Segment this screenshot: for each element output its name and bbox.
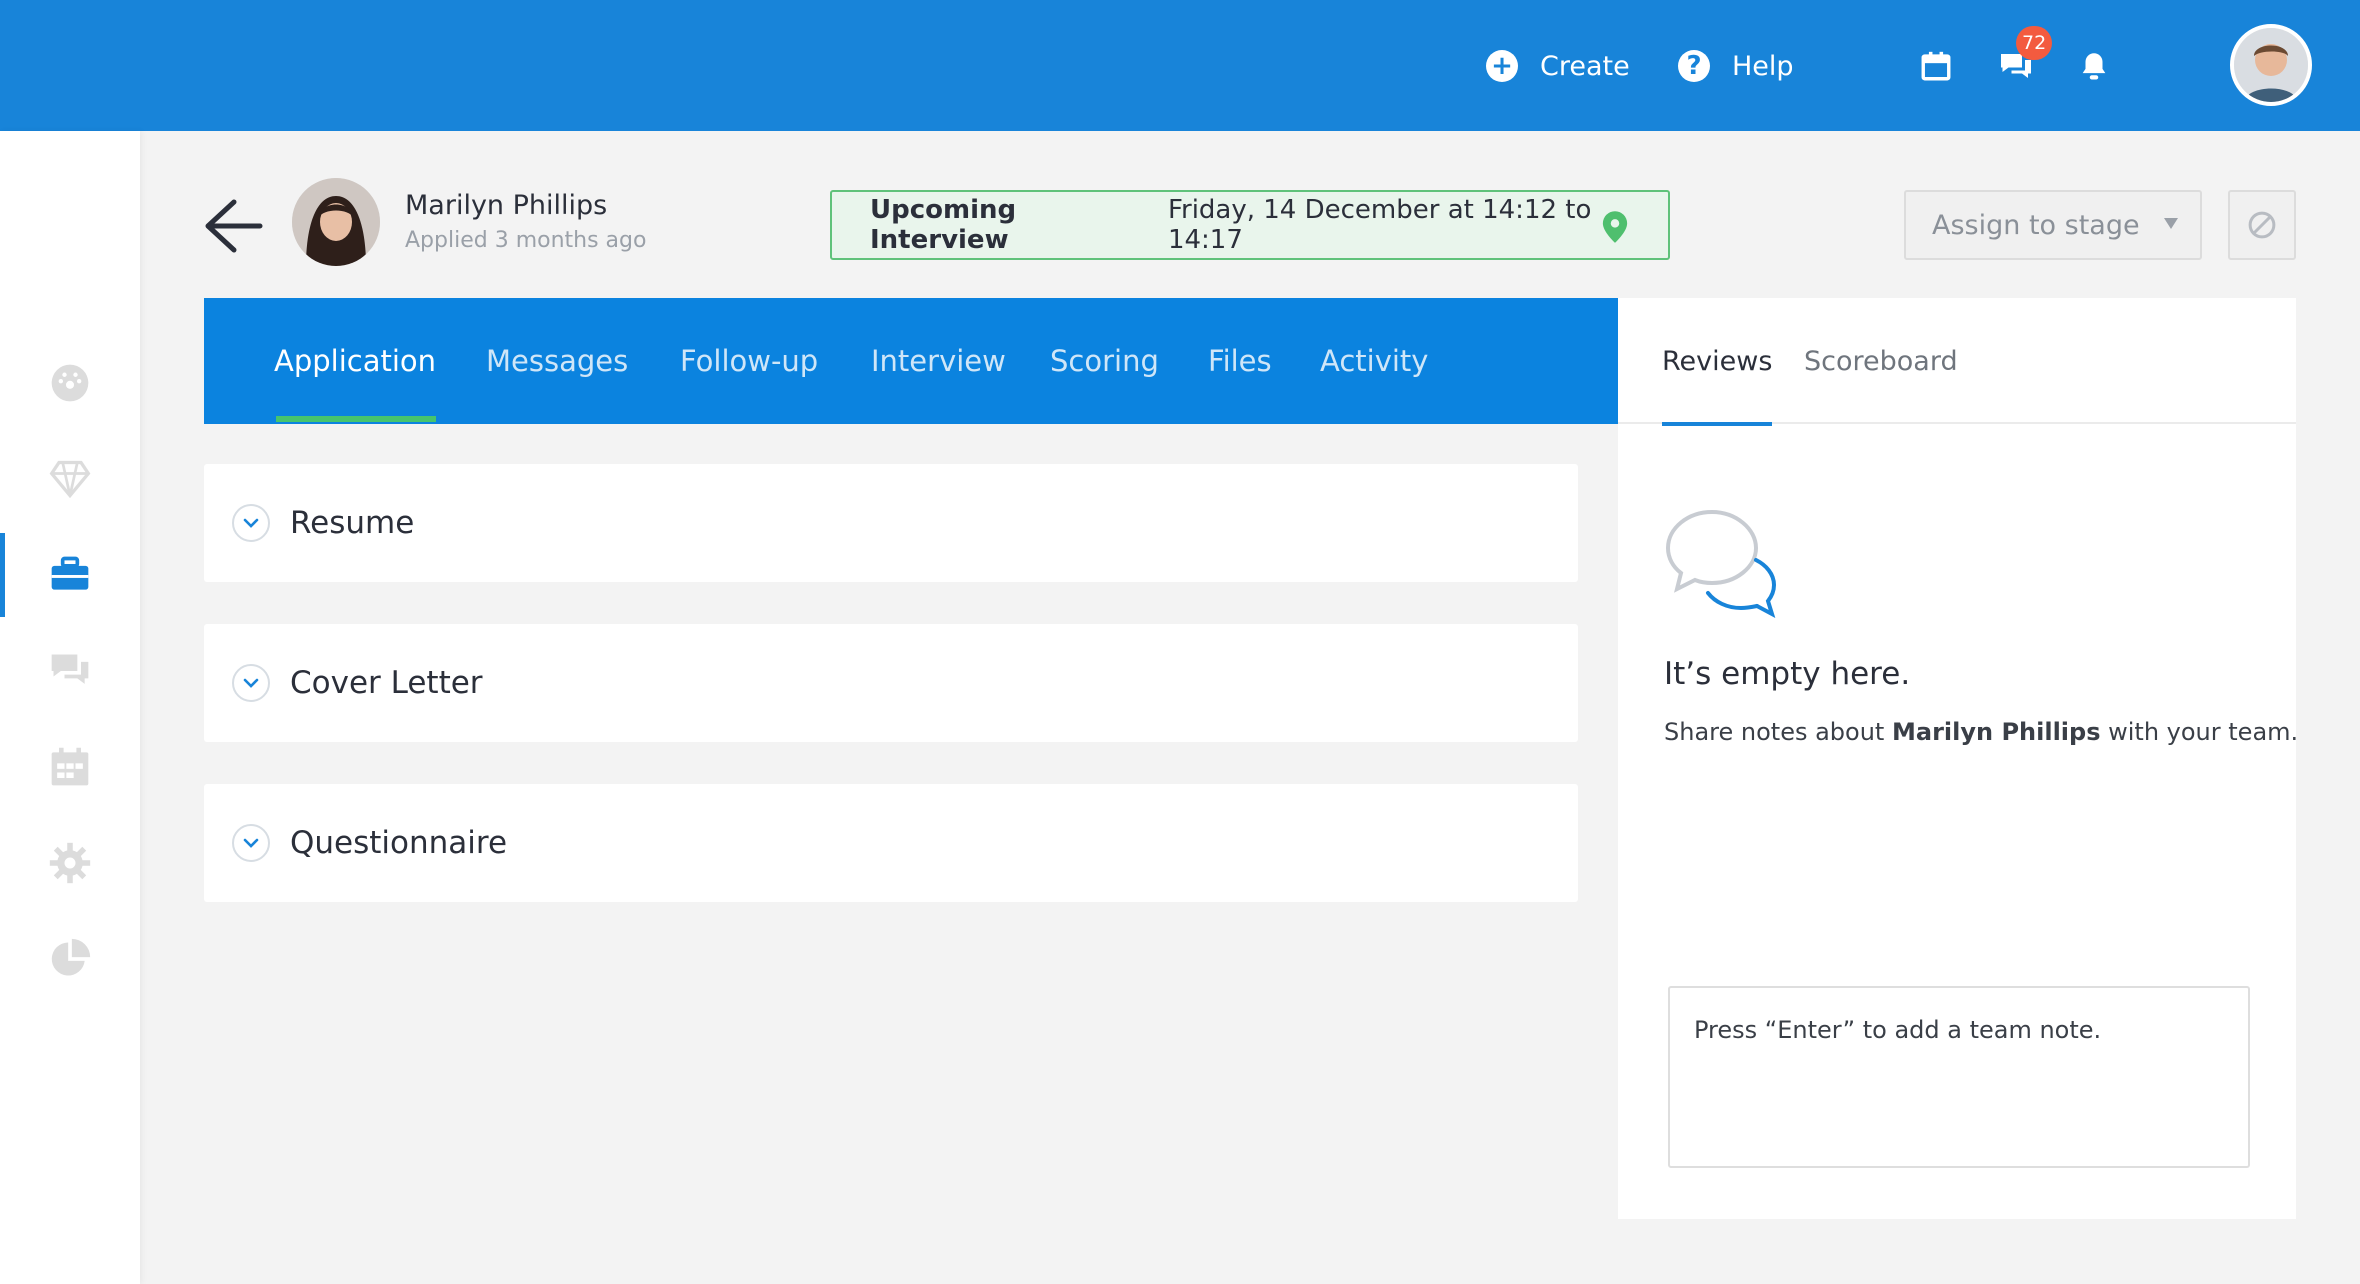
team-note-input[interactable] (1668, 986, 2250, 1168)
tab-reviews[interactable]: Reviews (1662, 298, 1773, 426)
block-icon (2248, 211, 2276, 239)
chat-icon (51, 654, 89, 684)
tab-activity[interactable]: Activity (1320, 298, 1428, 424)
sidebar-item-talent[interactable] (0, 437, 140, 521)
tab-interview[interactable]: Interview (871, 298, 1006, 424)
notifications-button[interactable] (2072, 44, 2116, 88)
empty-chat-icon (1665, 509, 1777, 618)
empty-desc-candidate-name: Marilyn Phillips (1891, 718, 2101, 746)
sidebar (0, 131, 140, 1284)
calendar-icon (1921, 51, 1951, 81)
question-icon: ? (1678, 50, 1710, 82)
candidate-photo-icon (292, 178, 380, 266)
section-title: Cover Letter (290, 665, 483, 701)
caret-down-icon (2164, 218, 2178, 229)
upcoming-interview-banner[interactable]: Upcoming Interview Friday, 14 December a… (830, 190, 1670, 260)
tab-scoring[interactable]: Scoring (1050, 298, 1159, 424)
sidebar-item-messages[interactable] (0, 629, 140, 713)
interview-label: Upcoming Interview (870, 195, 1017, 255)
dashboard-icon (51, 364, 89, 402)
cover-letter-section[interactable]: Cover Letter (204, 624, 1578, 742)
arrow-left-icon (205, 199, 263, 253)
section-title: Resume (290, 505, 415, 541)
bell-icon (2082, 53, 2106, 80)
sidebar-item-dashboard[interactable] (0, 341, 140, 425)
back-button[interactable] (200, 196, 264, 256)
empty-state-title: It’s empty here. (1664, 656, 1911, 692)
calendar-button[interactable] (1914, 44, 1958, 88)
location-pin-icon (1602, 211, 1628, 243)
tab-follow-up[interactable]: Follow-up (680, 298, 818, 424)
help-label: Help (1732, 50, 1794, 82)
chevron-down-icon (232, 504, 270, 542)
top-navigation-bar: + Create ? Help 72 (0, 0, 2360, 131)
user-avatar[interactable] (2230, 24, 2312, 106)
sidebar-item-calendar[interactable] (0, 725, 140, 809)
tab-scoreboard[interactable]: Scoreboard (1804, 298, 1958, 424)
help-button[interactable]: ? Help (1678, 44, 1794, 88)
disqualify-button[interactable] (2228, 190, 2296, 260)
sidebar-item-reports[interactable] (0, 917, 140, 1001)
tab-application[interactable]: Application (274, 298, 437, 424)
tab-files[interactable]: Files (1208, 298, 1272, 424)
candidate-avatar (292, 178, 380, 266)
candidate-name: Marilyn Phillips (405, 190, 608, 221)
candidate-tabs: Application Messages Follow-up Interview… (204, 298, 1618, 424)
messages-button[interactable]: 72 (1994, 26, 2053, 88)
sidebar-item-settings[interactable] (0, 821, 140, 905)
user-photo-icon (2234, 28, 2308, 102)
reviews-panel: Reviews Scoreboard It’s empty here. Shar… (1618, 298, 2298, 1219)
section-title: Questionnaire (290, 825, 508, 861)
tab-messages[interactable]: Messages (486, 298, 628, 424)
empty-state-description: Share notes about Marilyn Phillips with … (1664, 718, 2298, 746)
assign-to-stage-label: Assign to stage (1932, 209, 2140, 241)
calendar-icon (51, 747, 89, 786)
interview-datetime: Friday, 14 December at 14:12 to 14:17 (1167, 195, 1592, 255)
empty-desc-prefix: Share notes about (1664, 718, 1885, 746)
messages-count-badge: 72 (2016, 26, 2053, 60)
create-label: Create (1540, 50, 1630, 82)
empty-desc-suffix: with your team. (2108, 718, 2299, 746)
sidebar-item-jobs[interactable] (0, 533, 140, 617)
questionnaire-section[interactable]: Questionnaire (204, 784, 1578, 902)
diamond-icon (49, 460, 91, 499)
create-button[interactable]: + Create (1486, 44, 1630, 88)
reviews-tabs: Reviews Scoreboard (1618, 298, 2296, 426)
plus-icon: + (1486, 50, 1518, 82)
chevron-down-icon (232, 824, 270, 862)
briefcase-icon (51, 556, 89, 590)
pie-chart-icon (51, 938, 91, 976)
chevron-down-icon (232, 664, 270, 702)
candidate-applied-date: Applied 3 months ago (405, 228, 647, 253)
gear-icon (49, 842, 91, 884)
resume-section[interactable]: Resume (204, 464, 1578, 582)
assign-to-stage-dropdown[interactable]: Assign to stage (1904, 190, 2202, 260)
